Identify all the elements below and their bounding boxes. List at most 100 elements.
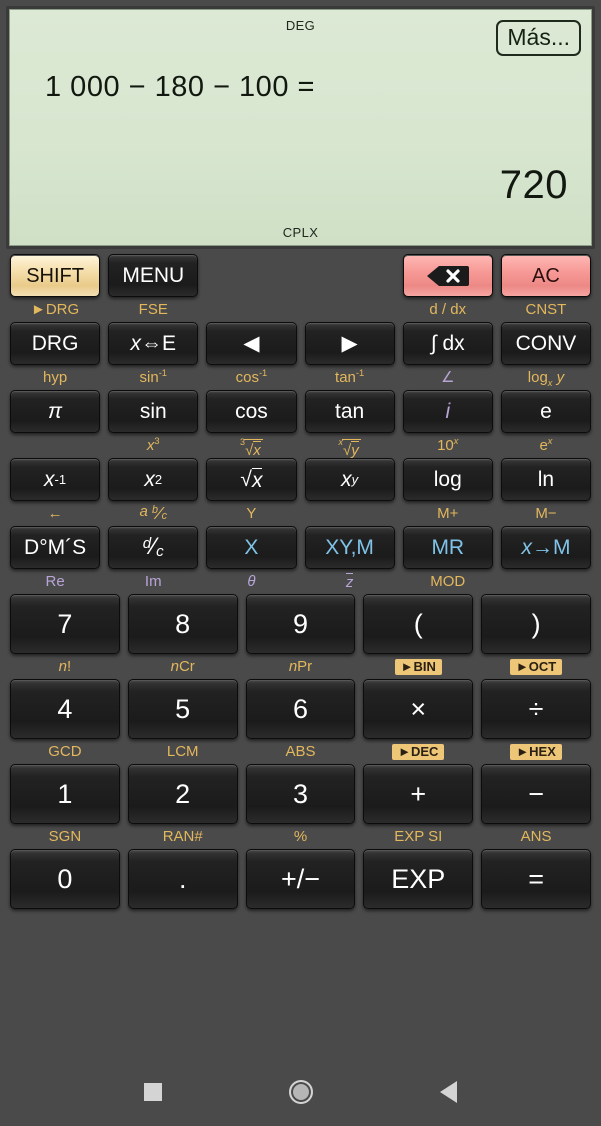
shift-label-hyp: hyp	[6, 370, 104, 385]
key-cell: .	[124, 849, 242, 909]
key-cell	[202, 254, 300, 297]
key-digit-2[interactable]: 2	[128, 764, 238, 824]
key-label-strip: ►DRGFSEd / dxCNST	[6, 297, 595, 322]
key-cell: π	[6, 390, 104, 433]
shift-label-: ∠	[399, 370, 497, 385]
key-x-squared[interactable]: x2	[108, 458, 198, 501]
key-row: 789()	[6, 594, 595, 654]
key-tan[interactable]: tan	[305, 390, 395, 433]
key-cell: ▶	[301, 322, 399, 365]
key-ln[interactable]: ln	[501, 458, 591, 501]
key-divide[interactable]: ÷	[481, 679, 591, 739]
key-digit-0[interactable]: 0	[10, 849, 120, 909]
key-imaginary-i[interactable]: i	[403, 390, 493, 433]
more-button[interactable]: Más...	[496, 20, 581, 56]
shift-label-n: n!	[6, 659, 124, 674]
key-digit-9[interactable]: 9	[246, 594, 356, 654]
android-navigation-bar	[0, 1064, 601, 1120]
key-cell: DRG	[6, 322, 104, 365]
shift-label-gcd: GCD	[6, 744, 124, 759]
shift-label-dec: ►DEC	[359, 744, 477, 760]
shift-label-ans: ANS	[477, 829, 595, 844]
key-degrees-minutes-seconds[interactable]: D°M´S	[10, 526, 100, 569]
key-cell	[399, 254, 497, 297]
key-backspace[interactable]	[403, 254, 493, 297]
key-digit-8[interactable]: 8	[128, 594, 238, 654]
shift-label-fse: FSE	[104, 302, 202, 317]
key-integral-dx[interactable]: ∫ dx	[403, 322, 493, 365]
key-cell: X	[202, 526, 300, 569]
key-decimal-point[interactable]: .	[128, 849, 238, 909]
shift-label-sin: sin-1	[104, 370, 202, 385]
key-digit-7[interactable]: 7	[10, 594, 120, 654]
key-exponent[interactable]: EXP	[363, 849, 473, 909]
shift-label-im: Im	[104, 574, 202, 589]
key-paren-close[interactable]: )	[481, 594, 591, 654]
key-drg[interactable]: DRG	[10, 322, 100, 365]
key-all-clear[interactable]: AC	[501, 254, 591, 297]
key-square-root[interactable]: √x	[206, 458, 296, 501]
key-sign-toggle[interactable]: +/−	[246, 849, 356, 909]
key-cell: x→M	[497, 526, 595, 569]
key-cell: 4	[6, 679, 124, 739]
recents-square-icon[interactable]	[144, 1083, 162, 1101]
key-variable-x[interactable]: X	[206, 526, 296, 569]
key-x-swap-e[interactable]: x⇔E	[108, 322, 198, 365]
key-cell: −	[477, 764, 595, 824]
key-x-power-y[interactable]: xy	[305, 458, 395, 501]
keypad: SHIFTMENU AC►DRGFSEd / dxCNSTDRGx⇔E◀▶∫ dx…	[0, 249, 601, 909]
shift-label-x: x3	[104, 438, 202, 453]
key-cell: XY,M	[301, 526, 399, 569]
key-cell: ÷	[477, 679, 595, 739]
key-cell: ∫ dx	[399, 322, 497, 365]
key-euler-e[interactable]: e	[501, 390, 591, 433]
key-digit-1[interactable]: 1	[10, 764, 120, 824]
key-paren-open[interactable]: (	[363, 594, 473, 654]
key-label-strip: SGNRAN#%EXP SIANS	[6, 824, 595, 849]
shift-label-a-b-c: a b⁄c	[104, 504, 202, 522]
key-cell: EXP	[359, 849, 477, 909]
key-cell: tan	[301, 390, 399, 433]
shift-label-x: 3√x	[202, 434, 300, 458]
key-digit-4[interactable]: 4	[10, 679, 120, 739]
key-row: D°M´Sd⁄cXXY,MMRx→M	[6, 526, 595, 569]
key-cell: √x	[202, 458, 300, 501]
key-cell: sin	[104, 390, 202, 433]
key-memory-recall[interactable]: MR	[403, 526, 493, 569]
key-x-inverse[interactable]: x-1	[10, 458, 100, 501]
key-pi[interactable]: π	[10, 390, 100, 433]
key-cursor-right[interactable]: ▶	[305, 322, 395, 365]
key-log[interactable]: log	[403, 458, 493, 501]
shift-label-hex: ►HEX	[477, 744, 595, 760]
key-cell: +	[359, 764, 477, 824]
key-label-strip: x33√xx√y10xex	[6, 433, 595, 458]
key-equals[interactable]: =	[481, 849, 591, 909]
key-menu[interactable]: MENU	[108, 254, 198, 297]
key-xy-memory[interactable]: XY,M	[305, 526, 395, 569]
key-digit-5[interactable]: 5	[128, 679, 238, 739]
key-shift[interactable]: SHIFT	[10, 254, 100, 297]
key-add[interactable]: +	[363, 764, 473, 824]
key-multiply[interactable]: ×	[363, 679, 473, 739]
key-cursor-left[interactable]: ◀	[206, 322, 296, 365]
key-cell: 1	[6, 764, 124, 824]
key-cos[interactable]: cos	[206, 390, 296, 433]
key-label-strip: ReImθzMOD	[6, 569, 595, 594]
shift-label-m: M−	[497, 506, 595, 521]
key-subtract[interactable]: −	[481, 764, 591, 824]
shift-label-: %	[242, 829, 360, 844]
key-digit-6[interactable]: 6	[246, 679, 356, 739]
back-triangle-icon[interactable]	[440, 1081, 457, 1103]
key-conv[interactable]: CONV	[501, 322, 591, 365]
key-cell: log	[399, 458, 497, 501]
key-digit-3[interactable]: 3	[246, 764, 356, 824]
key-fraction-d-c[interactable]: d⁄c	[108, 526, 198, 569]
key-store-to-memory[interactable]: x→M	[501, 526, 591, 569]
shift-label-log-y: logx y	[497, 370, 595, 385]
key-sin[interactable]: sin	[108, 390, 198, 433]
key-row: x-1x2√xxylogln	[6, 458, 595, 501]
key-cell: 7	[6, 594, 124, 654]
home-circle-icon[interactable]	[289, 1080, 313, 1104]
function-key-rows: SHIFTMENU AC►DRGFSEd / dxCNSTDRGx⇔E◀▶∫ dx…	[6, 254, 595, 594]
key-cell: x-1	[6, 458, 104, 501]
